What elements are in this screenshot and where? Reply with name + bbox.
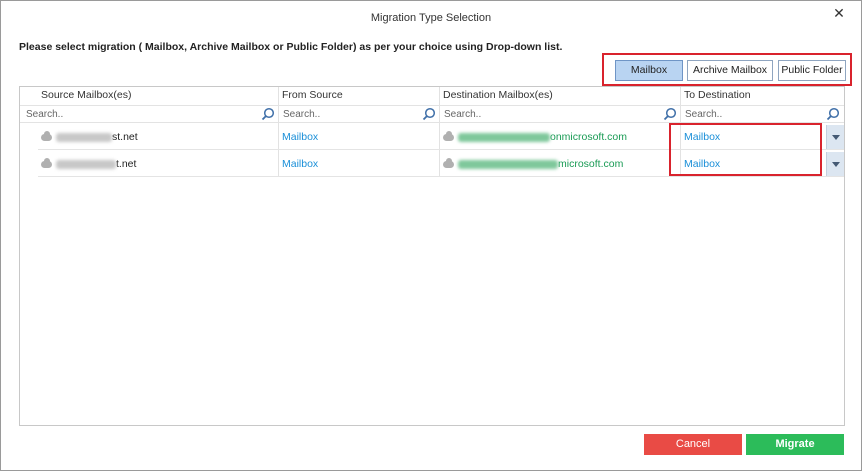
column-header-source[interactable]: Source Mailbox(es)	[41, 89, 131, 101]
to-destination-search-input[interactable]	[683, 106, 823, 123]
migrate-button[interactable]: Migrate	[746, 434, 844, 455]
cloud-icon	[443, 157, 454, 168]
source-mailbox-cell: t.net	[41, 157, 137, 170]
dialog-title: Migration Type Selection	[370, 12, 492, 24]
source-mailbox-domain: st.net	[112, 131, 138, 143]
title-bar: Migration Type Selection ✕	[1, 1, 861, 35]
archive-mailbox-type-button[interactable]: Archive Mailbox	[687, 60, 773, 81]
from-source-cell[interactable]: Mailbox	[282, 131, 318, 143]
instruction-text: Please select migration ( Mailbox, Archi…	[19, 41, 563, 53]
public-folder-type-button[interactable]: Public Folder	[778, 60, 846, 81]
destination-mailbox-domain: microsoft.com	[558, 158, 624, 170]
to-destination-highlight	[669, 123, 822, 176]
source-search-input[interactable]	[24, 106, 260, 123]
to-destination-dropdown-arrow[interactable]	[826, 125, 844, 149]
redacted-text	[56, 132, 112, 142]
redacted-text	[56, 159, 116, 169]
search-filter-row	[20, 105, 844, 123]
search-icon[interactable]	[422, 107, 436, 121]
search-icon[interactable]	[663, 107, 677, 121]
search-icon[interactable]	[826, 107, 840, 121]
cloud-icon	[41, 130, 52, 141]
destination-mailbox-cell: onmicrosoft.com	[443, 130, 628, 143]
cancel-button[interactable]: Cancel	[644, 434, 742, 455]
redacted-text	[458, 132, 550, 142]
from-source-cell[interactable]: Mailbox	[282, 158, 318, 170]
redacted-text	[458, 159, 558, 169]
column-header-from-source[interactable]: From Source	[282, 89, 343, 101]
column-header-destination[interactable]: Destination Mailbox(es)	[443, 89, 553, 101]
source-mailbox-domain: t.net	[116, 158, 137, 170]
cloud-icon	[41, 157, 52, 168]
close-icon[interactable]: ✕	[831, 5, 847, 21]
mailbox-type-button[interactable]: Mailbox	[615, 60, 683, 81]
search-icon[interactable]	[261, 107, 275, 121]
to-destination-dropdown-arrow[interactable]	[826, 152, 844, 176]
destination-search-input[interactable]	[442, 106, 662, 123]
source-mailbox-cell: st.net	[41, 130, 138, 143]
cloud-icon	[443, 130, 454, 141]
destination-mailbox-domain: onmicrosoft.com	[550, 131, 628, 143]
column-header-to-destination[interactable]: To Destination	[684, 89, 751, 101]
from-source-search-input[interactable]	[281, 106, 421, 123]
migration-type-dialog: Migration Type Selection ✕ Please select…	[0, 0, 862, 471]
destination-mailbox-cell: microsoft.com	[443, 157, 624, 170]
